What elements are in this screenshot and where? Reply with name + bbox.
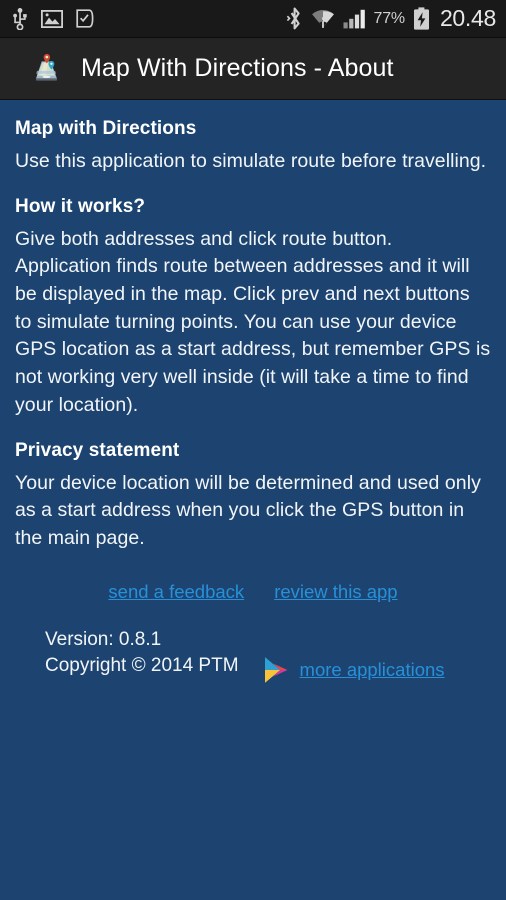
status-bar-right-icons: 77% 20.48 bbox=[286, 5, 496, 31]
page-title: Map With Directions - About bbox=[81, 54, 394, 82]
wifi-icon bbox=[311, 9, 334, 28]
review-app-link[interactable]: review this app bbox=[274, 581, 397, 603]
google-play-icon bbox=[264, 656, 287, 683]
section-heading-privacy: Privacy statement bbox=[15, 439, 180, 461]
status-bar: 77% 20.48 bbox=[0, 0, 506, 38]
copyright-text: Copyright © 2014 PTM bbox=[45, 654, 239, 676]
gallery-image-icon bbox=[41, 9, 63, 28]
action-bar: Map With Directions - About bbox=[0, 38, 506, 100]
status-bar-clock: 20.48 bbox=[439, 5, 496, 31]
more-applications-block[interactable]: more applications bbox=[261, 655, 445, 685]
section-heading-how-it-works: How it works? bbox=[15, 195, 146, 217]
note-check-icon bbox=[76, 9, 94, 28]
section-body-privacy: Your device location will be determined … bbox=[15, 471, 481, 549]
status-bar-left-icons bbox=[12, 7, 94, 30]
map-with-pins-icon bbox=[35, 53, 58, 81]
section-body-app: Use this application to simulate route b… bbox=[15, 150, 487, 172]
version-text: Version: 0.8.1 bbox=[45, 628, 162, 650]
battery-percent: 77% bbox=[373, 9, 406, 27]
footer-row: Version: 0.8.1 Copyright © 2014 PTM more… bbox=[15, 627, 491, 685]
more-applications-link[interactable]: more applications bbox=[300, 659, 445, 681]
version-block: Version: 0.8.1 Copyright © 2014 PTM bbox=[45, 627, 239, 679]
bluetooth-icon bbox=[286, 7, 300, 30]
cellular-signal-icon bbox=[343, 9, 365, 28]
links-row: send a feedback review this app bbox=[15, 581, 491, 603]
send-feedback-link[interactable]: send a feedback bbox=[108, 581, 244, 603]
usb-icon bbox=[13, 7, 27, 30]
section-body-how-it-works: Give both addresses and click route butt… bbox=[15, 227, 491, 416]
battery-charging-icon bbox=[413, 7, 429, 30]
section-heading-app: Map with Directions bbox=[15, 118, 197, 139]
about-content: Map with Directions Use this application… bbox=[0, 100, 506, 685]
